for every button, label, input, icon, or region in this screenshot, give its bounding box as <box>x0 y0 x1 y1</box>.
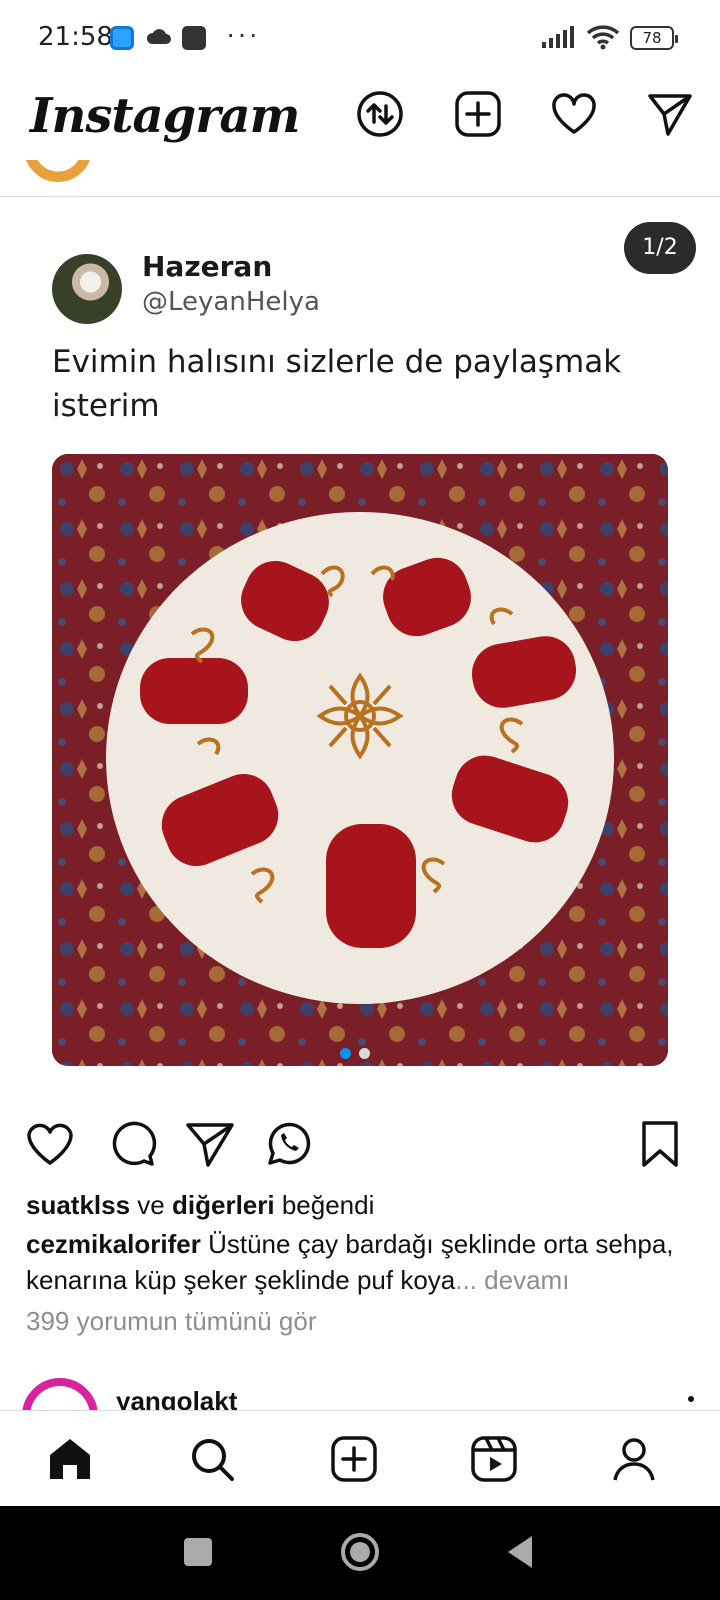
clock-time: 21:58 <box>38 22 113 52</box>
home-button-icon[interactable] <box>338 1530 382 1574</box>
carousel-dot-active <box>340 1048 351 1059</box>
likes-others[interactable]: diğerleri <box>172 1190 275 1220</box>
app-header: Instagram <box>0 72 720 172</box>
liker-username[interactable]: suatklss <box>26 1190 130 1220</box>
rug-photo-illustration <box>52 454 668 1066</box>
instagram-logo[interactable]: Instagram <box>30 88 300 144</box>
likes-suffix: beğendi <box>274 1190 375 1220</box>
search-icon[interactable] <box>188 1435 236 1483</box>
signal-icon <box>542 26 574 48</box>
next-post-avatar[interactable] <box>22 1378 98 1412</box>
post-photo[interactable] <box>52 454 668 1066</box>
whatsapp-icon[interactable] <box>262 1118 314 1170</box>
likes-summary[interactable]: suatklss ve diğerleri beğendi <box>26 1190 374 1221</box>
recent-apps-icon[interactable] <box>176 1530 220 1574</box>
add-post-icon[interactable] <box>454 90 502 138</box>
carousel-dot <box>359 1048 370 1059</box>
next-post-username[interactable]: yangolakt <box>116 1386 237 1412</box>
create-icon[interactable] <box>330 1435 378 1483</box>
tweet-text: Evimin halısını sizlerle de paylaşmak is… <box>52 344 622 424</box>
tweet-author-handle: @LeyanHelya <box>142 287 320 317</box>
notification-app-icon-2 <box>182 26 206 50</box>
tweet-avatar <box>52 254 122 324</box>
slide-counter-badge: 1/2 <box>624 222 696 274</box>
wifi-icon <box>586 25 620 50</box>
tweet-author-name: Hazeran <box>142 250 273 283</box>
system-navigation-bar <box>0 1506 720 1600</box>
story-avatar-peek[interactable] <box>24 160 92 182</box>
heart-icon[interactable] <box>550 90 598 138</box>
like-heart-icon[interactable] <box>24 1118 76 1170</box>
notification-app-icon <box>110 26 134 50</box>
reels-icon[interactable] <box>470 1435 518 1483</box>
status-bar: 21:58 ··· 78 <box>0 0 720 72</box>
view-all-comments-link[interactable]: 399 yorumun tümünü gör <box>26 1306 317 1337</box>
caption-more-link[interactable]: ... devamı <box>455 1265 569 1295</box>
profile-icon[interactable] <box>610 1435 658 1483</box>
direct-message-icon[interactable] <box>646 90 694 138</box>
more-notifications-icon: ··· <box>226 18 260 49</box>
likes-connector: ve <box>130 1190 172 1220</box>
carousel-indicator <box>340 1046 378 1064</box>
save-bookmark-icon[interactable] <box>634 1118 686 1170</box>
home-icon[interactable] <box>46 1435 94 1483</box>
caption-username[interactable]: cezmikalorifer <box>26 1229 201 1259</box>
post-caption: cezmikalorifer Üstüne çay bardağı şeklin… <box>26 1226 706 1298</box>
back-icon[interactable] <box>500 1530 544 1574</box>
cloud-icon <box>146 29 171 44</box>
bottom-navigation <box>0 1410 720 1506</box>
header-divider <box>0 196 720 197</box>
next-post-menu-icon[interactable] <box>688 1396 694 1402</box>
comment-icon[interactable] <box>106 1118 158 1170</box>
sort-arrows-icon[interactable] <box>356 90 404 138</box>
battery-level: 78 <box>630 26 678 50</box>
share-icon[interactable] <box>184 1118 236 1170</box>
